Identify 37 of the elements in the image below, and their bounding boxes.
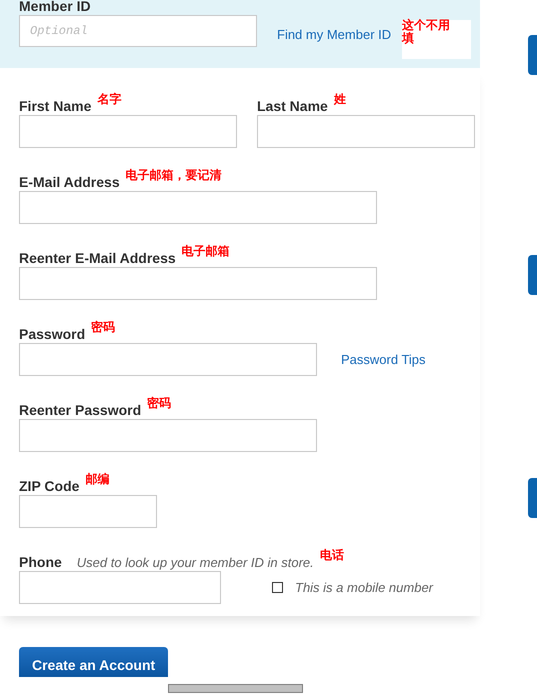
- annotation: 电子邮箱: [182, 243, 230, 260]
- field-label: Reenter Password: [19, 401, 142, 420]
- input-field[interactable]: [19, 191, 377, 224]
- field-label: E-Mail Address: [19, 173, 120, 192]
- annotation: 邮编: [85, 471, 110, 488]
- input-field[interactable]: [19, 267, 377, 300]
- side-tab[interactable]: [528, 35, 537, 75]
- note-background: [402, 20, 471, 59]
- annotation: 密码: [147, 395, 172, 412]
- field-label: Reenter E-Mail Address: [19, 249, 176, 268]
- annotation: 电话: [320, 547, 344, 564]
- checkbox-label: This is a mobile number: [295, 578, 433, 597]
- field-label: First Name: [19, 97, 92, 116]
- annotation: 这个不用填: [402, 19, 451, 45]
- annotation: 密码: [91, 319, 116, 336]
- create-account-button[interactable]: Create an Account: [19, 647, 168, 677]
- input-field[interactable]: [19, 571, 221, 604]
- field-label: Password: [19, 325, 86, 344]
- annotation: 姓: [334, 91, 346, 108]
- annotation: 名字: [97, 91, 122, 108]
- side-tab[interactable]: [528, 478, 537, 518]
- side-tab[interactable]: [528, 255, 537, 295]
- field-label: Member ID: [19, 0, 91, 14]
- input-field[interactable]: [257, 115, 475, 148]
- input-field[interactable]: [19, 495, 157, 528]
- find-member-id-link[interactable]: Find my Member ID: [277, 25, 392, 44]
- input-field[interactable]: [19, 343, 317, 376]
- hint-text: Used to look up your member ID in store.: [76, 554, 314, 572]
- field-label: ZIP Code: [19, 477, 80, 496]
- input-field[interactable]: [19, 419, 317, 452]
- field-label: Phone: [19, 553, 62, 572]
- field-label: Last Name: [257, 97, 328, 116]
- annotation: 电子邮箱，要记清: [126, 167, 222, 184]
- checkbox[interactable]: [272, 582, 283, 593]
- password-tips-link[interactable]: Password Tips: [341, 350, 426, 370]
- member-id-field[interactable]: Optional: [19, 15, 257, 47]
- input-field[interactable]: [19, 115, 237, 148]
